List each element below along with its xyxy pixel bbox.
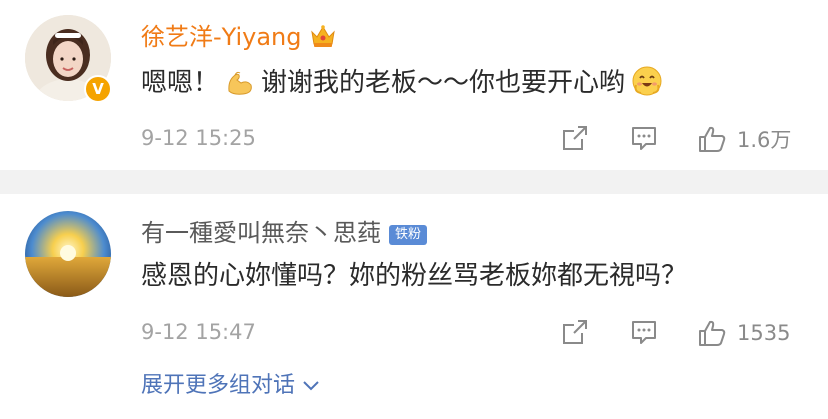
share-button[interactable] <box>561 318 589 350</box>
comment-timestamp: 9-12 15:47 <box>141 320 256 344</box>
reply-button[interactable] <box>630 318 658 350</box>
fan-badge: 铁粉 <box>389 225 428 245</box>
like-count: 1535 <box>737 321 791 345</box>
comment-text: 感恩的心妳懂吗？妳的粉丝骂老板妳都无視吗？ <box>141 261 688 291</box>
user-avatar[interactable] <box>25 211 111 297</box>
thumbs-up-icon <box>699 320 726 346</box>
share-icon <box>563 320 587 344</box>
comment-username[interactable]: 有一種愛叫無奈丶思莼 铁粉 <box>141 218 428 248</box>
like-button[interactable]: 1535 <box>697 318 790 348</box>
expand-label[interactable]: 展开更多组对话 <box>141 373 295 398</box>
comment-item: 有一種愛叫無奈丶思莼 铁粉 感恩的心妳懂吗？妳的粉丝骂老板妳都无視吗？ 9-12 … <box>0 0 828 398</box>
username-text[interactable]: 有一種愛叫無奈丶思莼 <box>141 219 381 247</box>
chevron-down-icon <box>303 381 319 391</box>
comment-icon <box>632 321 656 344</box>
expand-more-dialogs-link[interactable]: 展开更多组对话 <box>141 371 321 401</box>
